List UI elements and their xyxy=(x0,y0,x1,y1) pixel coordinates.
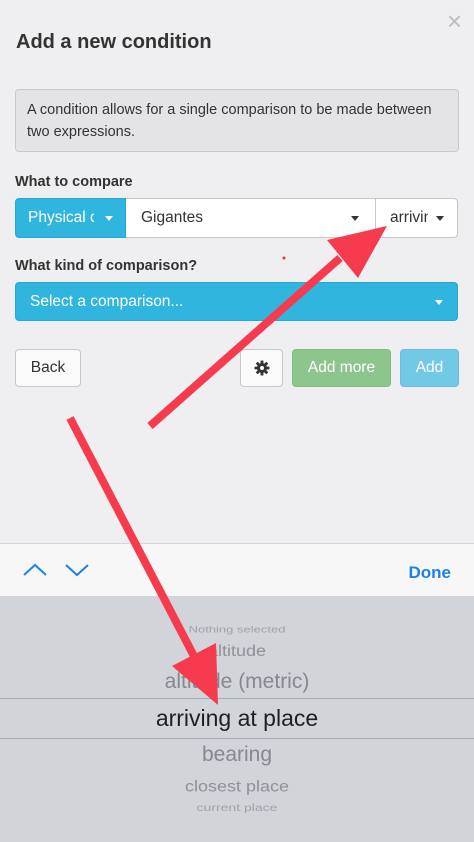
physical-dropdown-label: Physical c xyxy=(28,209,94,226)
caret-down-icon xyxy=(435,300,443,305)
caret-down-icon xyxy=(351,216,359,221)
picker-toolbar: Done xyxy=(0,543,474,596)
done-button[interactable]: Done xyxy=(409,563,452,583)
back-button[interactable]: Back xyxy=(15,349,81,387)
what-to-compare-label: What to compare xyxy=(15,174,133,190)
comparison-select-placeholder: Select a comparison... xyxy=(30,292,184,310)
compare-row: Physical c Gigantes arriving xyxy=(15,198,458,238)
gear-icon xyxy=(254,360,269,376)
add-condition-dialog: × Add a new condition A condition allows… xyxy=(0,0,474,543)
picker-selection-line-bottom xyxy=(0,738,474,739)
comparison-kind-label: What kind of comparison? xyxy=(15,258,198,274)
settings-button[interactable] xyxy=(240,349,283,387)
option-picker[interactable]: Nothing selected altitude altitude (metr… xyxy=(0,596,474,842)
picker-option[interactable]: Nothing selected xyxy=(0,624,474,635)
caret-down-icon xyxy=(105,216,113,221)
picker-option[interactable]: closest place xyxy=(0,777,474,795)
picker-option[interactable]: altitude (metric) xyxy=(0,670,474,694)
chevron-up-icon[interactable] xyxy=(21,560,49,580)
add-button[interactable]: Add xyxy=(400,349,459,387)
picker-option[interactable]: bearing xyxy=(0,743,474,767)
add-more-button[interactable]: Add more xyxy=(292,349,391,387)
picker-selection-line-top xyxy=(0,698,474,699)
physical-dropdown[interactable]: Physical c xyxy=(15,198,126,238)
info-box: A condition allows for a single comparis… xyxy=(15,89,459,152)
close-icon[interactable]: × xyxy=(447,8,462,34)
arriving-dropdown-label: arriving xyxy=(390,209,428,226)
gigantes-dropdown-label: Gigantes xyxy=(141,209,204,226)
dialog-title: Add a new condition xyxy=(16,31,212,53)
picker-option-selected[interactable]: arriving at place xyxy=(0,705,474,732)
arriving-dropdown[interactable]: arriving xyxy=(376,198,458,238)
comparison-select[interactable]: Select a comparison... xyxy=(15,282,458,321)
picker-option[interactable]: current place xyxy=(0,801,474,813)
gigantes-dropdown[interactable]: Gigantes xyxy=(126,198,376,238)
caret-down-icon xyxy=(436,216,444,221)
picker-option[interactable]: altitude xyxy=(0,643,474,661)
chevron-down-icon[interactable] xyxy=(63,560,91,580)
